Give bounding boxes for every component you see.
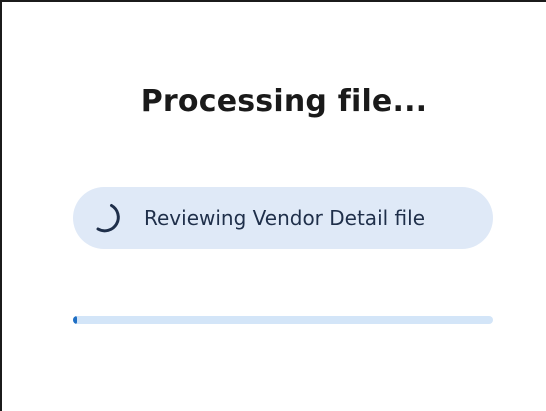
processing-dialog: Processing file... Reviewing Vendor Deta… (0, 0, 546, 411)
loading-spinner-icon (96, 204, 120, 233)
progress-bar-fill (73, 316, 77, 324)
status-pill: Reviewing Vendor Detail file (73, 187, 493, 249)
dialog-title: Processing file... (140, 84, 428, 119)
status-text: Reviewing Vendor Detail file (144, 206, 425, 230)
progress-bar (73, 316, 493, 324)
